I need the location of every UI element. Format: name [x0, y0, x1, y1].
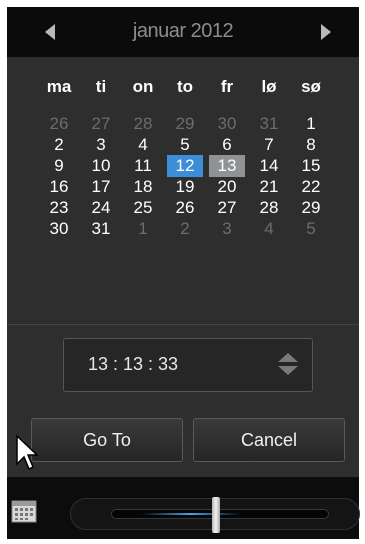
triangle-left-icon[interactable] [45, 24, 55, 40]
calendar-day[interactable]: 3 [83, 134, 119, 156]
calendar-day[interactable]: 30 [209, 113, 245, 135]
month-header: januar 2012 [7, 7, 359, 57]
calendar-day[interactable]: 22 [293, 176, 329, 198]
calendar-day[interactable]: 4 [251, 218, 287, 240]
calendar-day[interactable]: 26 [41, 113, 77, 135]
go-to-button[interactable]: Go To [31, 418, 183, 462]
cancel-button[interactable]: Cancel [193, 418, 345, 462]
date-time-picker: januar 2012 ma ti on to fr lø sø 26 27 28 29 30 31 1… [7, 7, 360, 539]
weekday-label: ma [46, 77, 72, 96]
calendar-day[interactable]: 28 [251, 197, 287, 219]
calendar-day[interactable]: 2 [167, 218, 203, 240]
calendar-day[interactable]: 25 [125, 197, 161, 219]
spin-down-icon[interactable] [278, 366, 298, 375]
calendar-day[interactable]: 28 [125, 113, 161, 135]
spin-up-icon[interactable] [278, 353, 298, 362]
calendar-day[interactable]: 6 [209, 134, 245, 156]
calendar-day[interactable]: 10 [83, 155, 119, 177]
calendar-day[interactable]: 14 [251, 155, 287, 177]
timeline-bar [7, 477, 360, 539]
calendar-day[interactable]: 5 [293, 218, 329, 240]
calendar-day[interactable]: 3 [209, 218, 245, 240]
calendar-day[interactable]: 26 [167, 197, 203, 219]
timeline-slider[interactable] [70, 497, 360, 533]
calendar-day[interactable]: 5 [167, 134, 203, 156]
calendar-day[interactable]: 24 [83, 197, 119, 219]
calendar-day[interactable]: 9 [41, 155, 77, 177]
calendar-day[interactable]: 4 [125, 134, 161, 156]
triangle-right-icon[interactable] [321, 24, 331, 40]
calendar-icon[interactable] [11, 499, 37, 523]
weekday-label: fr [220, 77, 234, 96]
calendar-day[interactable]: 23 [41, 197, 77, 219]
calendar-day-selected[interactable]: 12 [167, 155, 203, 177]
weekday-label: on [132, 77, 154, 96]
calendar-day[interactable]: 31 [83, 218, 119, 240]
calendar-day[interactable]: 21 [251, 176, 287, 198]
calendar-day[interactable]: 31 [251, 113, 287, 135]
calendar-day[interactable]: 8 [293, 134, 329, 156]
calendar-day[interactable]: 17 [83, 176, 119, 198]
calendar-day[interactable]: 18 [125, 176, 161, 198]
calendar-day[interactable]: 16 [41, 176, 77, 198]
calendar-day[interactable]: 11 [125, 155, 161, 177]
calendar-day[interactable]: 29 [167, 113, 203, 135]
calendar-day[interactable]: 19 [167, 176, 203, 198]
calendar-day[interactable]: 27 [83, 113, 119, 135]
calendar-day[interactable]: 7 [251, 134, 287, 156]
calendar-day[interactable]: 29 [293, 197, 329, 219]
calendar-day[interactable]: 2 [41, 134, 77, 156]
weekday-label: ti [95, 77, 107, 96]
mouse-pointer-icon [16, 434, 39, 471]
calendar-day[interactable]: 1 [125, 218, 161, 240]
calendar-day[interactable]: 1 [293, 113, 329, 135]
weekday-label: lø [261, 77, 277, 96]
weekday-label: to [176, 77, 194, 96]
calendar-day[interactable]: 15 [293, 155, 329, 177]
time-input[interactable]: 13 : 13 : 33 [63, 338, 313, 392]
slider-thumb[interactable] [212, 497, 220, 533]
weekday-header-row: ma ti on to fr lø sø [7, 77, 359, 99]
divider [7, 324, 359, 325]
slider-glow [141, 513, 241, 515]
month-title[interactable]: januar 2012 [67, 20, 299, 43]
time-value[interactable]: 13 : 13 : 33 [88, 354, 178, 375]
calendar-day-today[interactable]: 13 [209, 155, 245, 177]
calendar-day[interactable]: 20 [209, 176, 245, 198]
weekday-label: sø [301, 77, 321, 96]
calendar-day[interactable]: 30 [41, 218, 77, 240]
calendar-day[interactable]: 27 [209, 197, 245, 219]
